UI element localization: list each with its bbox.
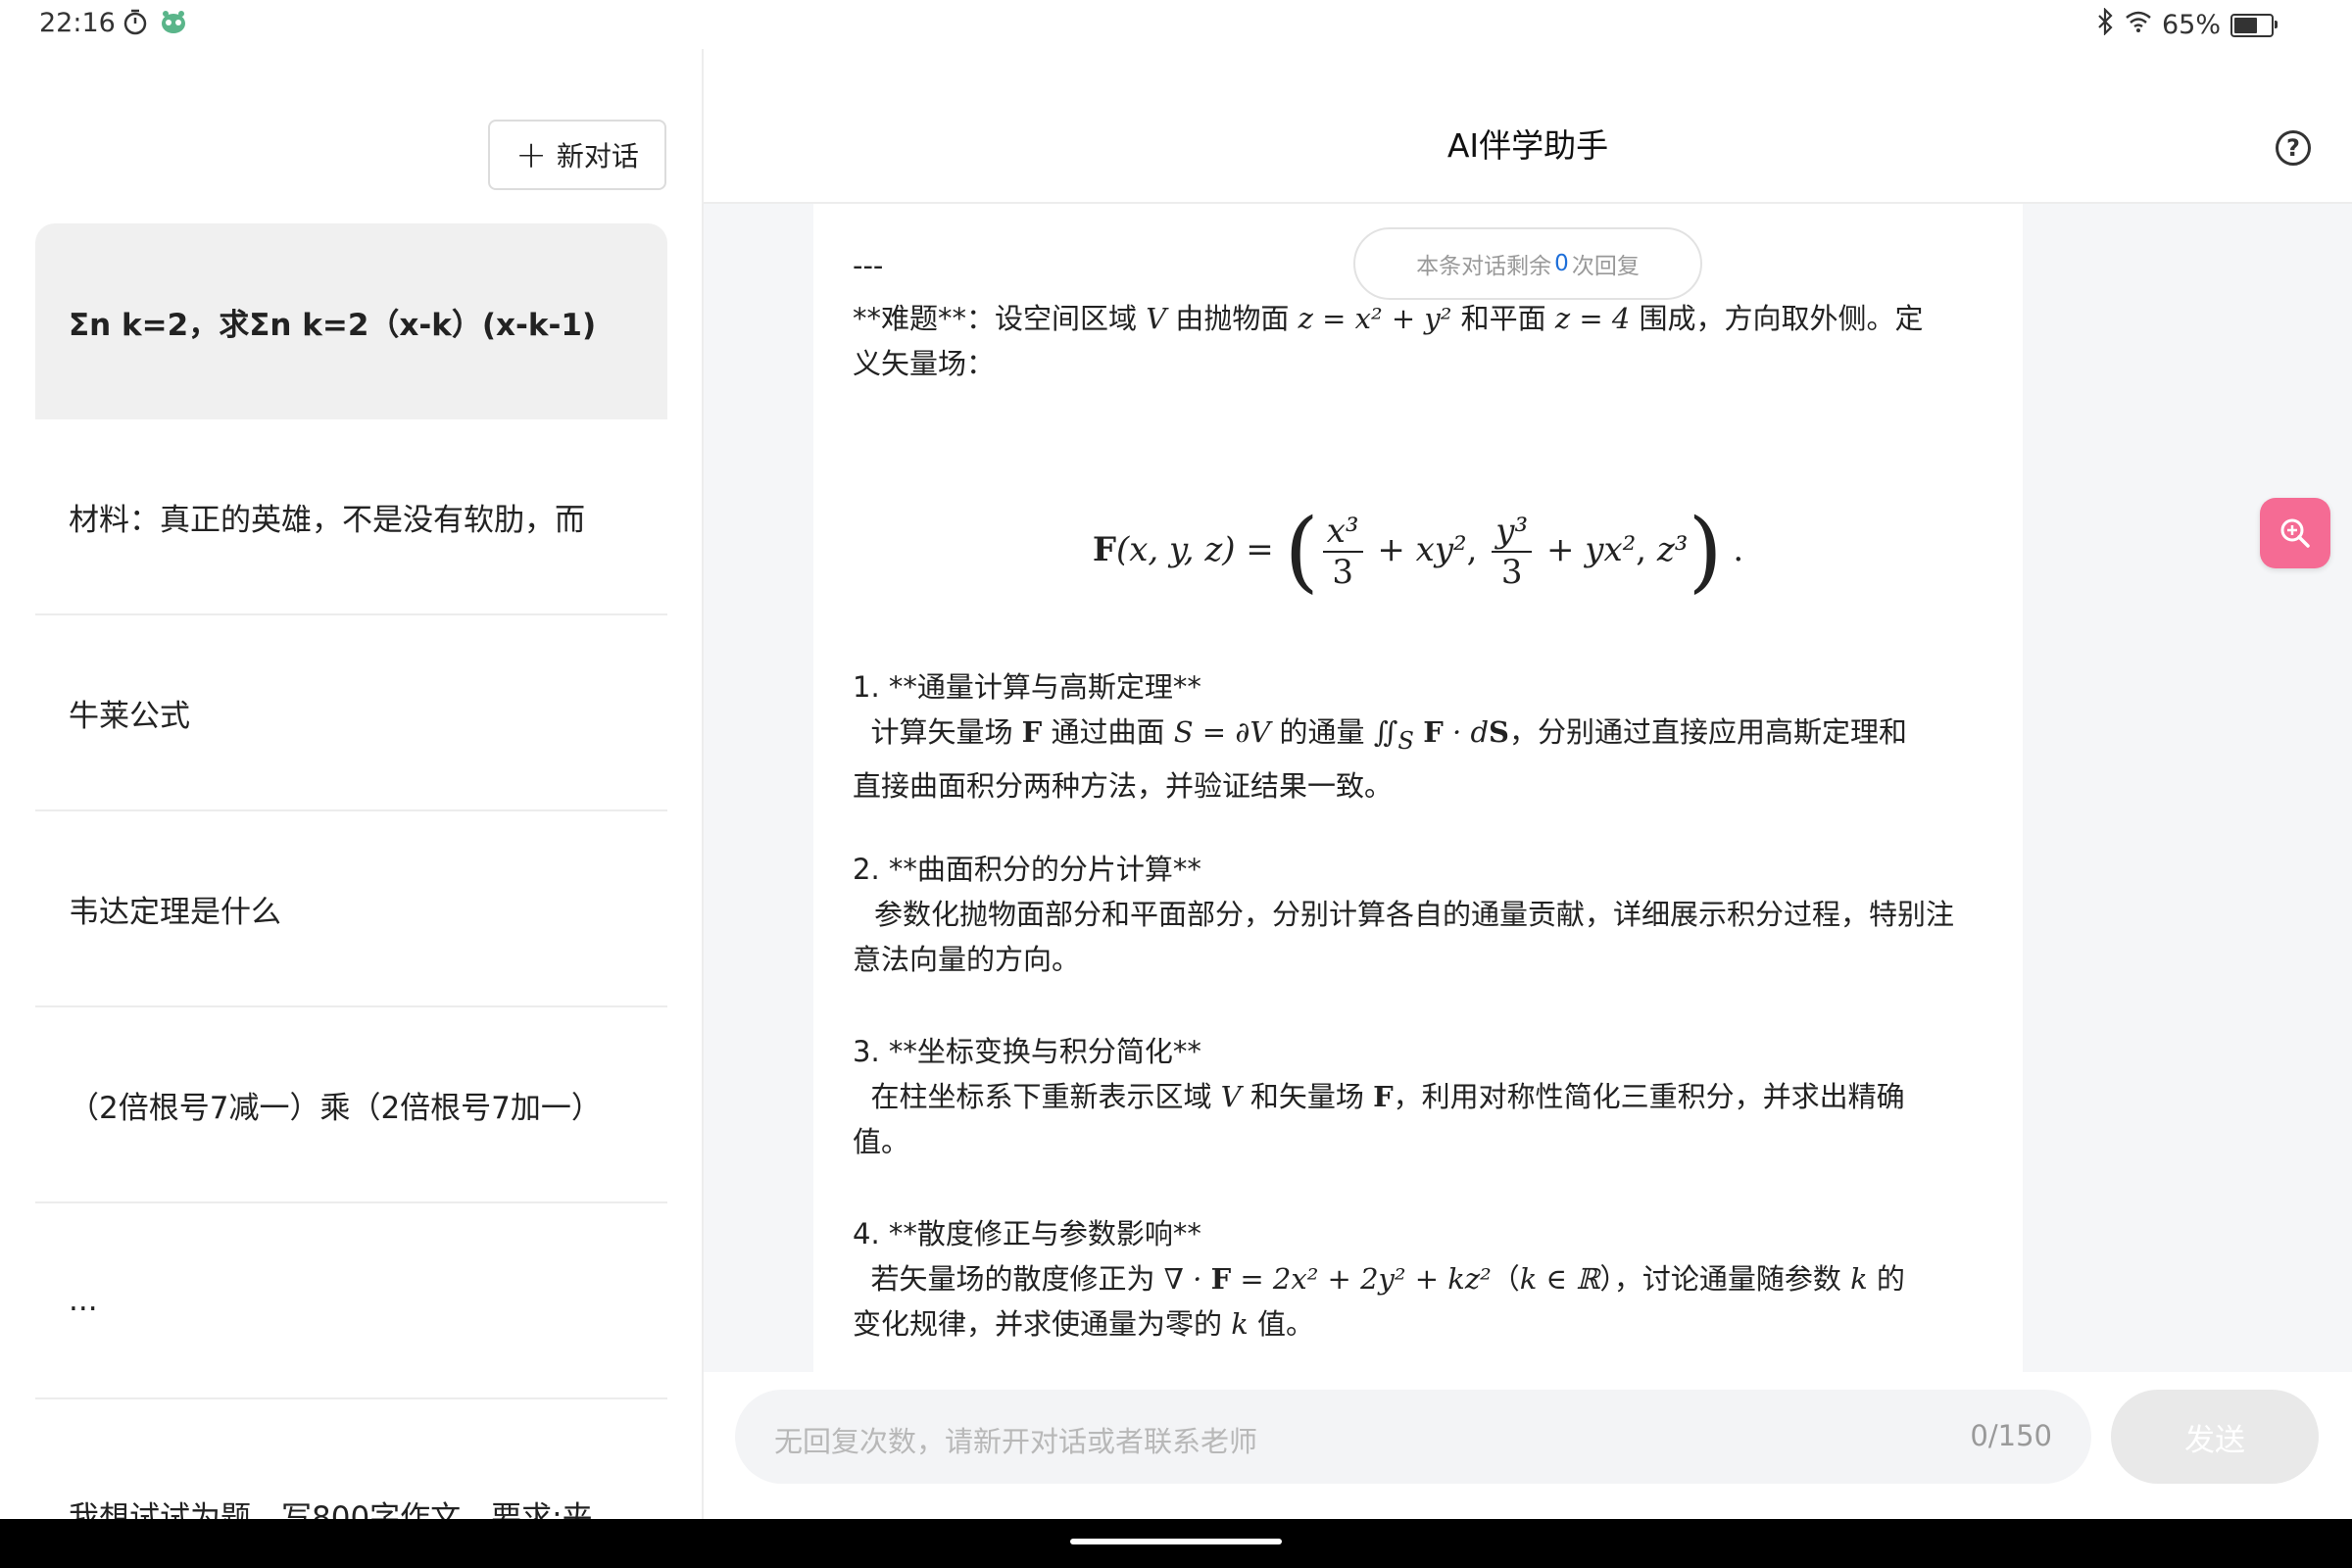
app-notification-icon [159,8,188,39]
chat-list: Σn k=2，求Σn k=2（x-k）(x-k-1) 材料：真正的英雄，不是没有… [35,223,667,1546]
system-navigation-bar [0,1519,2352,1568]
chat-item[interactable]: 材料：真正的英雄，不是没有软肋，而 [35,419,667,615]
new-chat-button[interactable]: + 新对话 [488,120,666,190]
separator: --- [853,249,884,282]
zoom-in-button[interactable] [2260,498,2330,568]
chat-item[interactable]: 牛莱公式 [35,615,667,811]
wifi-icon [2125,10,2152,40]
home-gesture-handle[interactable] [1070,1539,1282,1544]
timer-icon [122,8,149,39]
battery-percent: 65% [2161,10,2221,40]
page-title: AI伴学助手 [1446,126,1609,165]
plus-icon: + [515,133,547,176]
chat-item[interactable]: ... [35,1203,667,1399]
question-circle-icon[interactable]: ? [2276,130,2311,166]
input-placeholder: 无回复次数，请新开对话或者联系老师 [774,1425,1258,1458]
chat-item-active[interactable]: Σn k=2，求Σn k=2（x-k）(x-k-1) [35,223,667,419]
chat-item[interactable]: （2倍根号7减一）乘（2倍根号7加一） [35,1007,667,1203]
vector-field-formula: F(x, y, z) = (x³ 3 + xy², y³ 3 + yx², z³) … [1092,500,1744,603]
chat-item-label: 韦达定理是什么 [69,894,281,930]
new-chat-label: 新对话 [556,140,639,172]
message-input-bar: 无回复次数，请新开对话或者联系老师 0/150 发送 [704,1372,2352,1519]
bluetooth-icon [2095,7,2115,42]
chat-header: AI伴学助手 ? [704,49,2352,204]
chat-item-label: ... [69,1283,98,1318]
question-item-3: 3. **坐标变换与积分简化** 在柱坐标系下重新表示区域 V 和矢量场 F，利… [853,1035,1905,1158]
chat-item[interactable]: 韦达定理是什么 [35,811,667,1007]
chat-item-label: （2倍根号7减一）乘（2倍根号7加一） [69,1090,602,1126]
question-item-4: 4. **散度修正与参数影响** 若矢量场的散度修正为 ∇ · F = 2x² … [853,1217,1905,1341]
send-button[interactable]: 发送 [2111,1390,2319,1484]
status-time: 22:16 [39,8,116,38]
battery-icon [2230,13,2278,37]
chat-history-sidebar: + 新对话 Σn k=2，求Σn k=2（x-k）(x-k-1) 材料：真正的英… [0,49,702,1536]
message-input[interactable]: 无回复次数，请新开对话或者联系老师 0/150 [735,1390,2091,1484]
ai-message-card: 本条对话剩余 0 次回复 --- **难题**：设空间区域 V 由抛物面 z = x… [813,204,2023,1372]
chat-main: AI伴学助手 ? 本条对话剩余 0 次回复 --- **难题**：设空间区域 V 由… [704,49,2352,1519]
question-item-2: 2. **曲面积分的分片计算** 参数化抛物面部分和平面部分，分别计算各自的通量… [853,853,1955,976]
zoom-in-icon [2280,518,2310,548]
question-item-1: 1. **通量计算与高斯定理** 计算矢量场 F 通过曲面 S = ∂V 的通量… [853,670,1907,803]
chat-item-label: 牛莱公式 [69,698,190,734]
chat-item-label: 材料：真正的英雄，不是没有软肋，而 [69,502,585,538]
chat-item-label: Σn k=2，求Σn k=2（x-k）(x-k-1) [69,307,597,343]
problem-intro: **难题**：设空间区域 V 由抛物面 z = x² + y² 和平面 z = … [853,302,1924,380]
status-bar: 22:16 65% [0,0,2352,49]
char-counter: 0/150 [1970,1419,2052,1452]
